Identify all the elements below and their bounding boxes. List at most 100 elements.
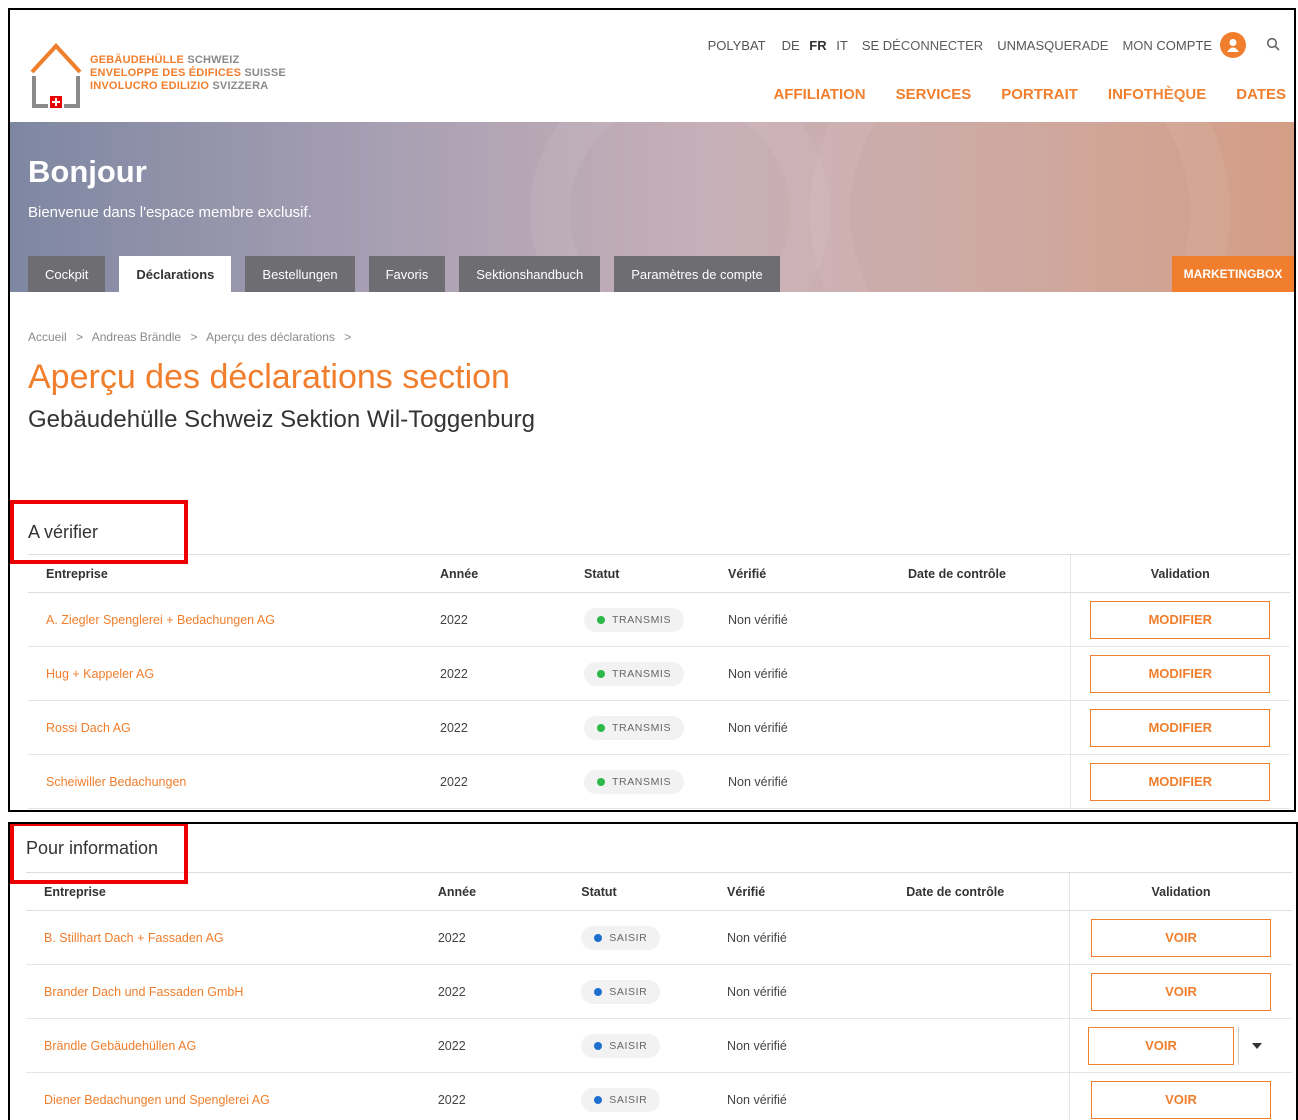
validation-cell: VOIR: [1069, 1072, 1292, 1120]
tab-favoris[interactable]: Favoris: [368, 256, 446, 292]
col-header-validation: Validation: [1069, 554, 1290, 593]
col-header-year[interactable]: Année: [422, 554, 566, 593]
col-header-control-date[interactable]: Date de contrôle: [888, 872, 1070, 911]
status-cell: TRANSMIS: [566, 754, 710, 809]
logo[interactable]: GEBÄUDEHÜLLE SCHWEIZ ENVELOPPE DES ÉDIFI…: [26, 32, 326, 112]
hero-banner: Bonjour Bienvenue dans l'espace membre e…: [10, 10, 1294, 422]
control-date-cell: [890, 700, 1070, 755]
logo-line-2a: ENVELOPPE DES ÉDIFICES: [90, 67, 242, 79]
logo-line-1a: GEBÄUDEHÜLLE: [90, 54, 185, 66]
modify-button[interactable]: MODIFIER: [1090, 708, 1271, 747]
status-badge: TRANSMIS: [584, 661, 685, 686]
breadcrumb-declarations[interactable]: Aperçu des déclarations: [206, 330, 335, 344]
control-date-cell: [888, 1018, 1070, 1073]
status-dot-icon: [594, 987, 603, 996]
company-link[interactable]: Rossi Dach AG: [28, 700, 422, 755]
col-header-status[interactable]: Statut: [563, 872, 710, 911]
verified-cell: Non vérifié: [710, 592, 890, 647]
split-button: VOIR: [1088, 1026, 1274, 1065]
lang-it[interactable]: IT: [836, 38, 848, 53]
view-button[interactable]: VOIR: [1091, 972, 1271, 1011]
status-cell: TRANSMIS: [566, 700, 710, 755]
company-link[interactable]: Diener Bedachungen und Spenglerei AG: [26, 1072, 420, 1120]
logo-line-3a: INVOLUCRO EDILIZIO: [90, 80, 210, 92]
table-header-row: Entreprise Année Statut Vérifié Date de …: [26, 872, 1292, 911]
status-badge: SAISIR: [581, 979, 661, 1004]
verified-cell: Non vérifié: [709, 964, 889, 1019]
company-link[interactable]: Brändle Gebäudehüllen AG: [26, 1018, 420, 1073]
to-verify-table: Entreprise Année Statut Vérifié Date de …: [28, 554, 1290, 809]
modify-button[interactable]: MODIFIER: [1090, 762, 1271, 801]
tab-bestellungen[interactable]: Bestellungen: [245, 256, 355, 292]
validation-cell: MODIFIER: [1069, 592, 1290, 647]
logo-line-3b: SVIZZERA: [209, 80, 269, 92]
status-text: SAISIR: [609, 931, 648, 944]
hero-title: Bonjour: [28, 154, 147, 189]
status-dot-icon: [597, 777, 605, 786]
col-header-year[interactable]: Année: [419, 872, 564, 911]
status-cell: SAISIR: [563, 1018, 710, 1073]
year-cell: 2022: [422, 646, 566, 701]
tab-cockpit[interactable]: Cockpit: [28, 256, 106, 292]
table-row: Rossi Dach AG 2022 TRANSMIS Non vérifié …: [28, 700, 1290, 755]
year-cell: 2022: [419, 1018, 564, 1073]
nav-dates[interactable]: DATES: [1236, 86, 1286, 103]
control-date-cell: [888, 910, 1070, 965]
modify-button[interactable]: MODIFIER: [1090, 654, 1271, 693]
status-text: SAISIR: [609, 985, 648, 998]
table-header-row: Entreprise Année Statut Vérifié Date de …: [28, 554, 1290, 593]
col-header-verified[interactable]: Vérifié: [710, 554, 890, 593]
col-header-verified[interactable]: Vérifié: [709, 872, 889, 911]
validation-cell: VOIR: [1069, 964, 1292, 1019]
status-badge: TRANSMIS: [584, 715, 685, 740]
verified-cell: Non vérifié: [709, 910, 889, 965]
year-cell: 2022: [419, 1072, 564, 1120]
status-dot-icon: [597, 669, 605, 678]
company-link[interactable]: Scheiwiller Bedachungen: [28, 754, 422, 809]
house-logo-icon: [30, 43, 82, 108]
status-text: SAISIR: [609, 1039, 648, 1052]
control-date-cell: [890, 592, 1070, 647]
validation-cell: MODIFIER: [1069, 646, 1290, 701]
logo-text: GEBÄUDEHÜLLE SCHWEIZ ENVELOPPE DES ÉDIFI…: [90, 54, 286, 93]
highlight-box: [10, 824, 188, 884]
status-badge: SAISIR: [581, 925, 661, 950]
breadcrumb-user[interactable]: Andreas Brändle: [92, 330, 181, 344]
status-cell: TRANSMIS: [566, 646, 710, 701]
company-link[interactable]: Hug + Kappeler AG: [28, 646, 422, 701]
status-cell: SAISIR: [563, 910, 710, 965]
lang-de[interactable]: DE: [782, 38, 800, 53]
col-header-status[interactable]: Statut: [566, 554, 710, 593]
lang-fr[interactable]: FR: [809, 38, 826, 53]
year-cell: 2022: [422, 700, 566, 755]
col-header-control-date[interactable]: Date de contrôle: [890, 554, 1070, 593]
user-icon[interactable]: [1220, 32, 1246, 58]
breadcrumb-separator: >: [344, 330, 352, 344]
company-link[interactable]: Brander Dach und Fassaden GmbH: [26, 964, 420, 1019]
status-badge: SAISIR: [581, 1033, 661, 1058]
table-row: A. Ziegler Spenglerei + Bedachungen AG 2…: [28, 592, 1290, 647]
view-button[interactable]: VOIR: [1091, 918, 1271, 957]
status-text: TRANSMIS: [612, 613, 672, 626]
polybat-link[interactable]: POLYBAT: [708, 38, 766, 53]
company-link[interactable]: B. Stillhart Dach + Fassaden AG: [26, 910, 420, 965]
modify-button[interactable]: MODIFIER: [1090, 600, 1271, 639]
status-badge: TRANSMIS: [584, 769, 685, 794]
validation-cell: MODIFIER: [1069, 700, 1290, 755]
search-icon[interactable]: [1266, 37, 1280, 54]
page-title: Aperçu des déclarations section: [28, 358, 510, 396]
verified-cell: Non vérifié: [709, 1072, 889, 1120]
breadcrumb-separator: >: [76, 330, 84, 344]
marketingbox-button[interactable]: MARKETINGBOX: [1172, 256, 1294, 292]
view-button[interactable]: VOIR: [1088, 1026, 1234, 1065]
status-text: SAISIR: [609, 1093, 648, 1106]
company-link[interactable]: A. Ziegler Spenglerei + Bedachungen AG: [28, 592, 422, 647]
dropdown-toggle[interactable]: [1238, 1026, 1274, 1065]
verified-cell: Non vérifié: [709, 1018, 889, 1073]
tab-account-settings[interactable]: Paramètres de compte: [614, 256, 780, 292]
tab-sektionshandbuch[interactable]: Sektionshandbuch: [459, 256, 601, 292]
control-date-cell: [890, 754, 1070, 809]
breadcrumb-home[interactable]: Accueil: [28, 330, 67, 344]
view-button[interactable]: VOIR: [1091, 1080, 1271, 1119]
tab-declarations[interactable]: Déclarations: [119, 256, 232, 292]
